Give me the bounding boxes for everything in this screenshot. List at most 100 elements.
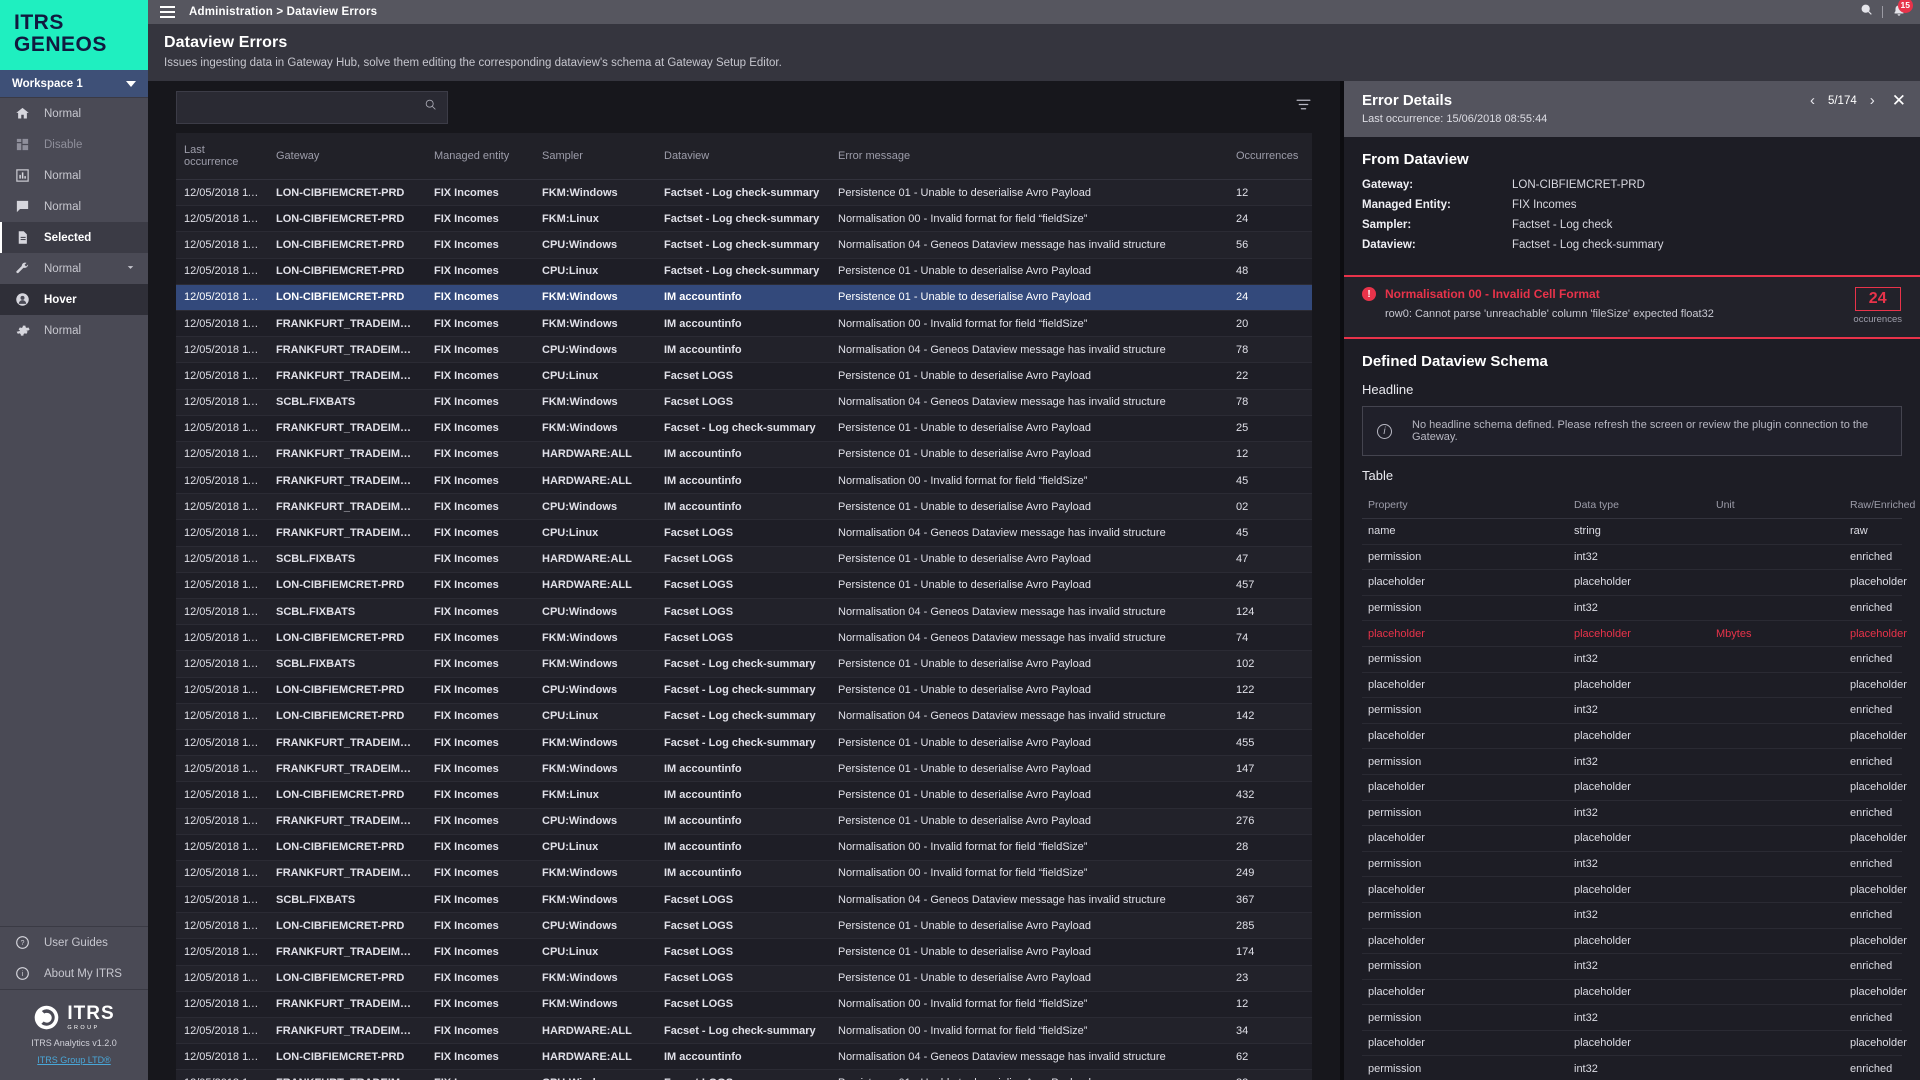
errors-table-wrapper[interactable]: Last occurrence Gateway Managed entity Samp…: [176, 133, 1312, 1080]
table-row[interactable]: 12/05/2018 11:34FRANKFURT_TRADEIMPORTFIX…: [176, 441, 1312, 469]
schema-row: permission int32 enriched: [1362, 544, 1902, 571]
column-header-2[interactable]: Managed entity: [426, 133, 534, 180]
column-header-4[interactable]: Dataview: [656, 133, 830, 180]
table-row[interactable]: 12/05/2018 11:34FRANKFURT_TRADEIMPORTFIX…: [176, 310, 1312, 338]
table-cell-managed-entity: FIX Incomes: [426, 781, 534, 809]
sidebar-item-2[interactable]: Normal: [0, 160, 148, 191]
table-row[interactable]: 12/05/2018 11:34FRANKFURT_TRADEIMPORTFIX…: [176, 336, 1312, 364]
table-row[interactable]: 12/05/2018 11:34 SCBL.FIXBATS FIX Incomes H…: [176, 546, 1312, 573]
sidebar-item-label: Normal: [44, 169, 82, 182]
table-row[interactable]: 12/05/2018 11:34 LON-CIBFIEMCRET-PRD FIX I…: [176, 1043, 1312, 1071]
prev-error-button[interactable]: ‹: [1810, 93, 1815, 108]
schema-cell-unit: [1710, 748, 1844, 775]
schema-cell-raw: enriched: [1844, 1004, 1902, 1031]
from-dataview-section: From Dataview Gateway: LON-CIBFIEMCRET-PR…: [1344, 137, 1920, 275]
table-cell-error-message: Persistence 01 - Unable to deserialise A…: [830, 546, 1228, 573]
table-cell-last-occurrence: 12/05/2018 11:34: [176, 703, 268, 730]
sidebar-item-7[interactable]: Normal: [0, 315, 148, 346]
table-row[interactable]: 12/05/2018 11:34 LON-CIBFIEMCRET-PRD FIX I…: [176, 834, 1312, 861]
table-cell-occurrences: 45: [1228, 519, 1312, 547]
table-row[interactable]: 12/05/2018 11:34FRANKFURT_TRADEIMPORTFIX…: [176, 362, 1312, 390]
table-cell-sampler: FKM:Windows: [534, 860, 656, 888]
errors-table: Last occurrence Gateway Managed entity Samp…: [176, 133, 1312, 1080]
table-row[interactable]: 12/05/2018 11:34FRANKFURT_TRADEIMPORTFIX…: [176, 467, 1312, 495]
hamburger-menu-icon[interactable]: [160, 6, 175, 18]
table-cell-gateway: LON-CIBFIEMCRET-PRD: [268, 912, 426, 940]
column-header-3[interactable]: Sampler: [534, 133, 656, 180]
table-row[interactable]: 12/05/2018 11:34 LON-CIBFIEMCRET-PRD FIX I…: [176, 258, 1312, 285]
table-row[interactable]: 12/05/2018 11:34 LON-CIBFIEMCRET-PRD FIX I…: [176, 624, 1312, 652]
table-row[interactable]: 12/05/2018 11:34 SCBL.FIXBATS FIX Incomes F…: [176, 650, 1312, 678]
table-row[interactable]: 12/05/2018 11:34 LON-CIBFIEMCRET-PRD FIX I…: [176, 677, 1312, 704]
workspace-selector[interactable]: Workspace 1: [0, 70, 148, 98]
table-row[interactable]: 12/05/2018 11:34FRANKFURT_TRADEIMPORTFIX…: [176, 808, 1312, 835]
column-header-6[interactable]: Occurrences: [1228, 133, 1312, 180]
table-row[interactable]: 12/05/2018 11:34 LON-CIBFIEMCRET-PRD FIX I…: [176, 572, 1312, 600]
search-box[interactable]: [176, 90, 448, 124]
table-row[interactable]: 12/05/2018 11:34 LON-CIBFIEMCRET-PRD FIX I…: [176, 231, 1312, 259]
table-row[interactable]: 12/05/2018 11:34 SCBL.FIXBATS FIX Incomes F…: [176, 389, 1312, 416]
sidebar-nav: Normal Disable Normal Normal Selected Normal H…: [0, 98, 148, 346]
table-row[interactable]: 12/05/2018 11:34 LON-CIBFIEMCRET-PRD FIX I…: [176, 284, 1312, 311]
message-icon: [14, 198, 31, 215]
sidebar-footer-item-1[interactable]: i About My ITRS: [0, 958, 148, 989]
table-row[interactable]: 12/05/2018 11:34FRANKFURT_TRADEIMPORTFIX…: [176, 755, 1312, 783]
sidebar-item-0[interactable]: Normal: [0, 98, 148, 129]
sidebar-item-4[interactable]: Selected: [0, 222, 148, 253]
schema-cell-property: placeholder: [1362, 569, 1568, 596]
table-body: 12/05/2018 11:34 LON-CIBFIEMCRET-PRD FIX I…: [176, 179, 1312, 1080]
table-row[interactable]: 12/05/2018 11:34FRANKFURT_TRADEIMPORTFIX…: [176, 938, 1312, 966]
next-error-button[interactable]: ›: [1870, 93, 1875, 108]
filter-icon[interactable]: [1295, 96, 1312, 118]
brand-sub: GROUP: [67, 1025, 100, 1031]
table-cell-gateway: LON-CIBFIEMCRET-PRD: [268, 1043, 426, 1071]
bell-icon[interactable]: 15: [1892, 0, 1913, 22]
sidebar-item-6[interactable]: Hover: [0, 284, 148, 315]
search-icon[interactable]: [1860, 3, 1873, 21]
table-row[interactable]: 12/05/2018 11:34 LON-CIBFIEMCRET-PRD FIX I…: [176, 703, 1312, 730]
table-cell-sampler: CPU:Linux: [534, 519, 656, 547]
sidebar-item-3[interactable]: Normal: [0, 191, 148, 222]
column-header-1[interactable]: Gateway: [268, 133, 426, 180]
table-row[interactable]: 12/05/2018 11:34 SCBL.FIXBATS FIX Incomes F…: [176, 886, 1312, 914]
table-cell-last-occurrence: 12/05/2018 11:34: [176, 336, 268, 364]
table-row[interactable]: 12/05/2018 11:34 SCBL.FIXBATS FIX Incomes C…: [176, 598, 1312, 626]
chevron-down-icon[interactable]: [125, 262, 136, 276]
table-cell-last-occurrence: 12/05/2018 11:34: [176, 860, 268, 888]
search-input[interactable]: [187, 101, 424, 113]
table-row[interactable]: 12/05/2018 11:34 LON-CIBFIEMCRET-PRD FIX I…: [176, 205, 1312, 233]
details-body[interactable]: From Dataview Gateway: LON-CIBFIEMCRET-PR…: [1344, 137, 1920, 1080]
detail-field-value: FIX Incomes: [1512, 199, 1577, 211]
column-header-5[interactable]: Error message: [830, 133, 1228, 180]
table-row[interactable]: 12/05/2018 11:34FRANKFURT_TRADEIMPORTFIX…: [176, 860, 1312, 888]
sidebar-footer-item-0[interactable]: ? User Guides: [0, 927, 148, 958]
table-cell-managed-entity: FIX Incomes: [426, 546, 534, 573]
sidebar-item-5[interactable]: Normal: [0, 253, 148, 284]
schema-cell-unit: [1710, 902, 1844, 929]
table-row[interactable]: 12/05/2018 11:34FRANKFURT_TRADEIMPORTFIX…: [176, 729, 1312, 757]
close-panel-button[interactable]: ✕: [1892, 92, 1906, 109]
sidebar-item-label: Normal: [44, 107, 82, 120]
table-row[interactable]: 12/05/2018 11:34FRANKFURT_TRADEIMPORTFIX…: [176, 1017, 1312, 1045]
table-row[interactable]: 12/05/2018 11:34FRANKFURT_TRADEIMPORTFIX…: [176, 991, 1312, 1019]
table-cell-error-message: Normalisation 00 - Invalid format for fi…: [830, 310, 1228, 338]
app-logo: ITRS GENEOS: [0, 0, 148, 70]
table-cell-managed-entity: FIX Incomes: [426, 389, 534, 416]
table-cell-managed-entity: FIX Incomes: [426, 1017, 534, 1045]
table-row[interactable]: 12/05/2018 11:34FRANKFURT_TRADEIMPORTFIX…: [176, 415, 1312, 442]
table-row[interactable]: 12/05/2018 11:34 LON-CIBFIEMCRET-PRD FIX I…: [176, 965, 1312, 992]
column-header-0[interactable]: Last occurrence: [176, 133, 268, 180]
table-row[interactable]: 12/05/2018 11:34 LON-CIBFIEMCRET-PRD FIX I…: [176, 781, 1312, 809]
table-cell-sampler: CPU:Windows: [534, 677, 656, 704]
copyright-link[interactable]: ITRS Group LTD®: [37, 1055, 110, 1065]
table-row[interactable]: 12/05/2018 11:34FRANKFURT_TRADEIMPORTFIX…: [176, 493, 1312, 521]
table-row[interactable]: 12/05/2018 11:34 LON-CIBFIEMCRET-PRD FIX I…: [176, 912, 1312, 940]
table-row[interactable]: 12/05/2018 11:34FRANKFURT_TRADEIMPORTFIX…: [176, 519, 1312, 547]
table-cell-last-occurrence: 12/05/2018 11:34: [176, 650, 268, 678]
table-row[interactable]: 12/05/2018 11:34FRANKFURT_TRADEIMPORTFIX…: [176, 1069, 1312, 1080]
table-row[interactable]: 12/05/2018 11:34 LON-CIBFIEMCRET-PRD FIX I…: [176, 179, 1312, 207]
table-cell-occurrences: 62: [1228, 1043, 1312, 1071]
info-circle-icon: i: [1377, 423, 1392, 439]
table-cell-managed-entity: FIX Incomes: [426, 1043, 534, 1071]
search-icon[interactable]: [424, 98, 437, 116]
